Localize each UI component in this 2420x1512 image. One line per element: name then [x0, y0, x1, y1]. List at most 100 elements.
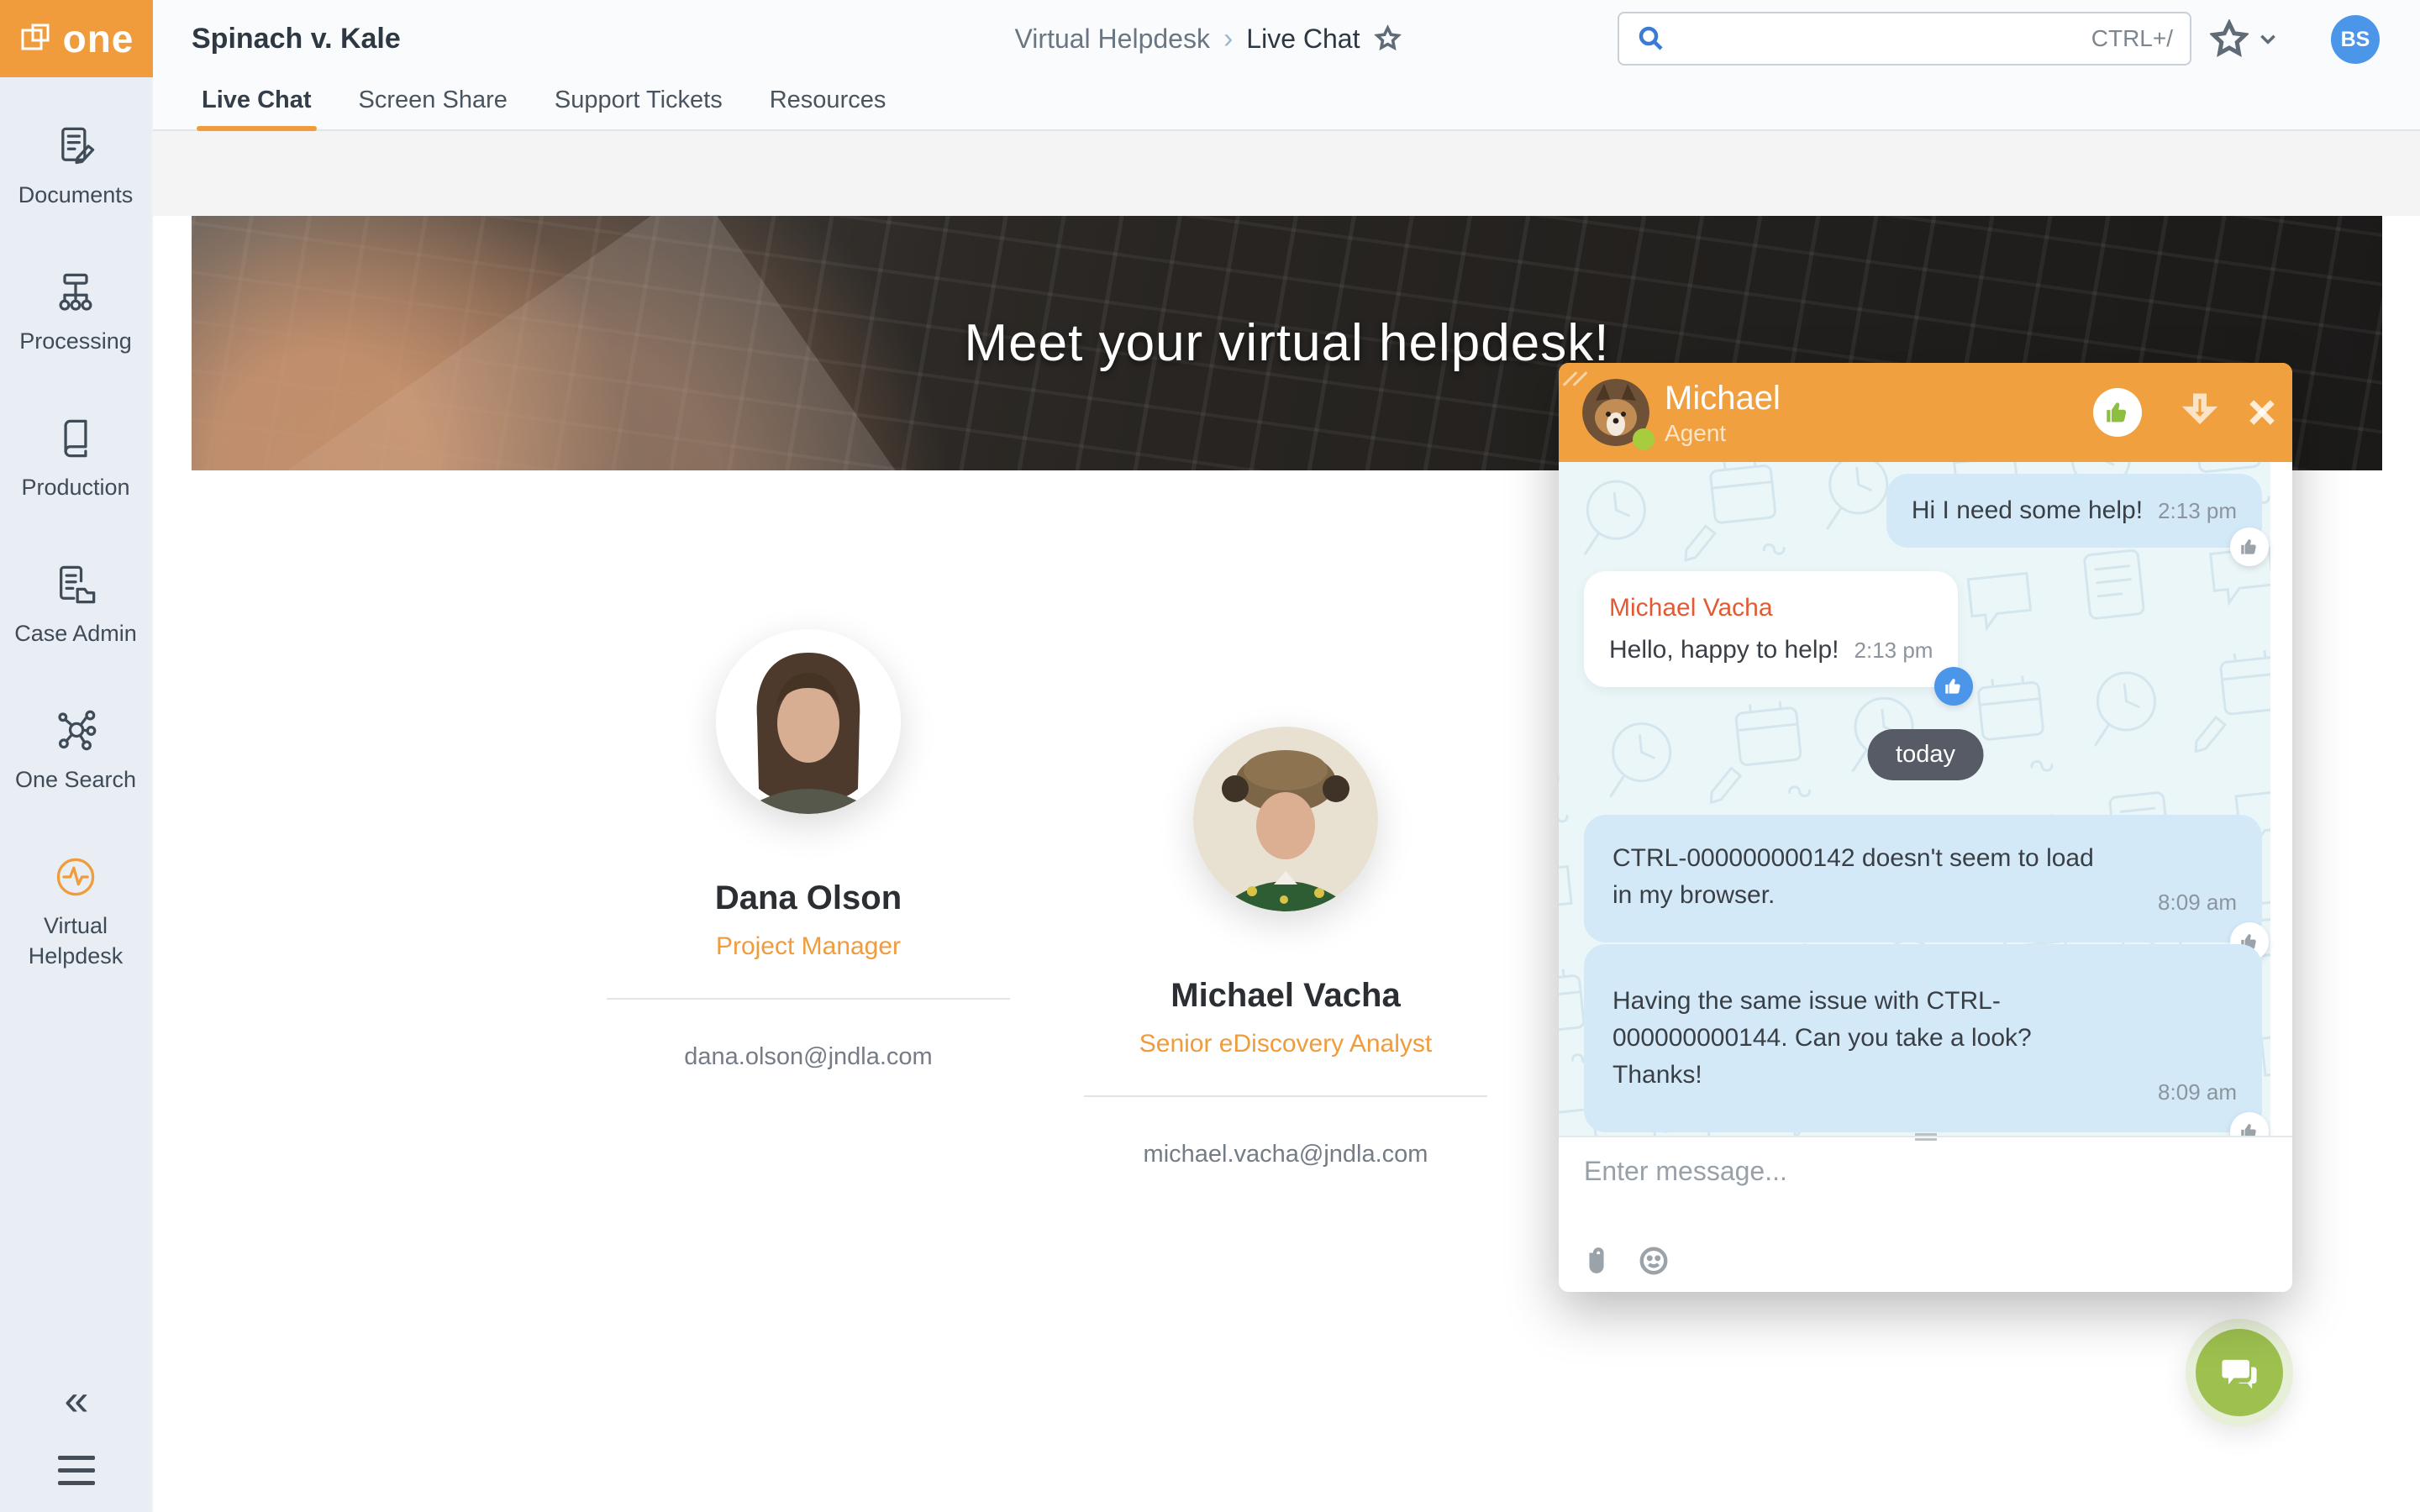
online-status-dot	[1633, 428, 1655, 450]
sidebar-item-one-search[interactable]: One Search	[0, 709, 152, 795]
thumbs-up-icon	[2238, 536, 2260, 558]
sidebar-item-production[interactable]: Production	[0, 417, 152, 502]
network-icon	[54, 709, 97, 753]
open-chat-fab[interactable]	[2186, 1319, 2293, 1426]
sidebar-item-label: Processing	[19, 326, 132, 356]
agent-name: Michael	[1665, 380, 1781, 417]
brand-logo-text: one	[63, 16, 134, 61]
sidebar-nav: Documents Processing Production Case Adm…	[0, 77, 151, 1032]
chat-message-outgoing: Hi I need some help! 2:13 pm	[1886, 474, 2262, 548]
tab-bar: Live Chat Screen Share Support Tickets R…	[153, 77, 2420, 131]
app-root: one Documents Processing Production	[0, 0, 2420, 1512]
message-time: 2:13 pm	[2158, 498, 2237, 523]
user-avatar[interactable]: BS	[2331, 15, 2380, 64]
reaction-thumb-badge[interactable]	[2230, 528, 2269, 566]
chat-message-outgoing: Having the same issue with CTRL-00000000…	[1584, 944, 2262, 1132]
thumbs-up-icon	[1943, 675, 1965, 697]
breadcrumb: Virtual Helpdesk › Live Chat	[1015, 0, 1402, 77]
search-shortcut-hint: CTRL+/	[2091, 25, 2173, 52]
michael-avatar	[1193, 727, 1378, 911]
resize-handle[interactable]	[1569, 370, 1594, 391]
favorites-star-icon[interactable]	[2210, 19, 2249, 58]
search-input[interactable]	[1666, 15, 2091, 62]
thumbs-up-icon	[2238, 1121, 2260, 1136]
rate-chat-button[interactable]	[2093, 388, 2142, 437]
menu-icon[interactable]	[53, 1451, 100, 1490]
document-edit-icon	[54, 124, 97, 168]
thumbs-up-icon	[2103, 398, 2132, 427]
chat-bubbles-icon	[2217, 1351, 2261, 1394]
pulse-icon	[54, 855, 97, 899]
sidebar-item-case-admin[interactable]: Case Admin	[0, 563, 152, 648]
collapse-sidebar-button[interactable]: «	[65, 1378, 89, 1422]
sidebar-item-label: Production	[21, 472, 129, 502]
sidebar-item-label: Documents	[18, 180, 134, 210]
divider	[1084, 1095, 1487, 1097]
chevron-down-icon[interactable]	[2257, 28, 2279, 50]
hero-title: Meet your virtual helpdesk!	[965, 313, 1610, 373]
breadcrumb-separator: ›	[1223, 23, 1233, 55]
download-icon	[2181, 391, 2219, 430]
chat-widget: Michael Agent	[1559, 363, 2292, 1292]
document-folder-icon	[54, 563, 97, 606]
message-time: 8:09 am	[2158, 1074, 2237, 1110]
content-spacer	[153, 131, 2420, 216]
favorites-menu	[2210, 0, 2279, 77]
member-title: Project Manager	[716, 932, 901, 961]
close-icon	[2244, 395, 2280, 430]
workflow-icon	[54, 270, 97, 314]
close-chat-button[interactable]	[2244, 395, 2280, 434]
tab-live-chat[interactable]: Live Chat	[202, 87, 312, 129]
member-email[interactable]: michael.vacha@jndla.com	[1144, 1141, 1428, 1168]
chat-message-list: Hi I need some help! 2:13 pm Michael Vach…	[1559, 462, 2292, 1136]
download-transcript-button[interactable]	[2181, 391, 2219, 434]
attachment-icon[interactable]	[1581, 1245, 1612, 1277]
message-text: Hi I need some help!	[1912, 496, 2143, 524]
sidebar-item-documents[interactable]: Documents	[0, 124, 152, 210]
member-email[interactable]: dana.olson@jndla.com	[684, 1043, 932, 1071]
sidebar-item-label: One Search	[15, 764, 136, 795]
message-text: Having the same issue with CTRL-00000000…	[1612, 987, 2032, 1089]
input-toolbar	[1581, 1245, 1670, 1277]
input-resize-handle[interactable]	[1912, 1127, 1940, 1147]
message-input[interactable]: Enter message...	[1584, 1156, 1787, 1187]
chat-message-outgoing: CTRL-000000000142 doesn't seem to load i…	[1584, 815, 2262, 942]
top-bar: Spinach v. Kale Virtual Helpdesk › Live …	[153, 0, 2420, 77]
member-name: Dana Olson	[715, 879, 902, 917]
tab-support-tickets[interactable]: Support Tickets	[555, 87, 723, 129]
book-icon	[54, 417, 97, 460]
member-title: Senior eDiscovery Analyst	[1139, 1030, 1433, 1058]
sidebar-item-processing[interactable]: Processing	[0, 270, 152, 356]
chat-message-incoming: Michael Vacha Hello, happy to help! 2:13 …	[1584, 571, 1958, 687]
chat-header: Michael Agent	[1559, 363, 2292, 462]
breadcrumb-parent[interactable]: Virtual Helpdesk	[1015, 24, 1210, 55]
message-text: CTRL-000000000142 doesn't seem to load i…	[1612, 844, 2094, 909]
tab-resources[interactable]: Resources	[770, 87, 886, 129]
message-text: Hello, happy to help!	[1609, 636, 1839, 664]
fab-inner-circle	[2196, 1329, 2283, 1416]
chat-input-area: Enter message...	[1559, 1136, 2292, 1292]
one-logo-icon	[19, 20, 56, 57]
sidebar-item-label: Virtual Helpdesk	[0, 911, 152, 971]
team-member-michael: Michael Vacha Senior eDiscovery Analyst …	[1084, 580, 1487, 1168]
message-time: 2:13 pm	[1854, 638, 1933, 663]
favorite-star-icon[interactable]	[1373, 24, 1402, 53]
breadcrumb-current[interactable]: Live Chat	[1246, 24, 1360, 55]
search-icon	[1636, 24, 1666, 54]
tab-screen-share[interactable]: Screen Share	[359, 87, 508, 129]
message-time: 8:09 am	[2158, 884, 2237, 921]
divider	[607, 998, 1010, 1000]
dana-avatar	[716, 629, 901, 814]
message-sender: Michael Vacha	[1609, 590, 1933, 627]
team-member-dana: Dana Olson Project Manager dana.olson@jn…	[607, 482, 1010, 1071]
chat-scrollbar-track[interactable]	[2270, 462, 2292, 1136]
emoji-icon[interactable]	[1638, 1245, 1670, 1277]
agent-role: Agent	[1665, 420, 1726, 447]
sidebar-footer: «	[0, 1378, 153, 1490]
sidebar: one Documents Processing Production	[0, 0, 153, 1512]
sidebar-item-label: Case Admin	[14, 618, 137, 648]
day-divider: today	[1867, 729, 1984, 780]
brand-logo[interactable]: one	[0, 0, 153, 77]
member-name: Michael Vacha	[1171, 977, 1400, 1015]
sidebar-item-virtual-helpdesk[interactable]: Virtual Helpdesk	[0, 855, 152, 971]
